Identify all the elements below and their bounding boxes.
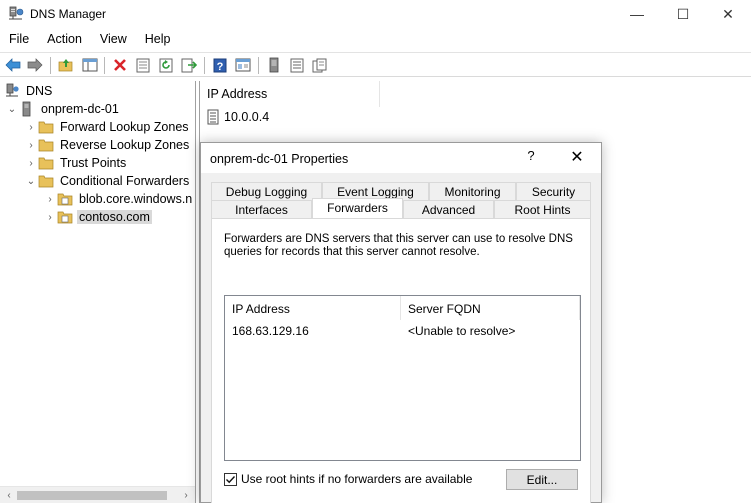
dialog-help-button[interactable]: ?	[519, 148, 543, 168]
server-icon	[22, 101, 31, 117]
tree-node-contoso-forwarder[interactable]: › contoso.com	[43, 208, 152, 226]
expand-chevron-icon[interactable]: ›	[24, 120, 38, 134]
close-window-button[interactable]: ✕	[705, 0, 751, 28]
refresh-icon[interactable]	[157, 56, 175, 74]
use-root-hints-checkbox[interactable]	[224, 472, 237, 486]
show-hide-tree-icon[interactable]	[81, 56, 99, 74]
scrollbar-thumb[interactable]	[17, 491, 167, 500]
title-bar: DNS Manager — ☐ ✕	[0, 0, 751, 28]
menu-file[interactable]: File	[0, 30, 38, 50]
column-header-server-fqdn[interactable]: Server FQDN	[401, 296, 580, 320]
server-icon[interactable]	[265, 56, 283, 74]
forwarders-list[interactable]: IP Address Server FQDN 168.63.129.16 <Un…	[224, 295, 581, 461]
expand-chevron-icon[interactable]: ›	[43, 192, 57, 206]
forward-icon[interactable]	[26, 56, 44, 74]
menu-help[interactable]: Help	[136, 30, 180, 50]
tree-label-reverse-lookup-zones: Reverse Lookup Zones	[60, 138, 190, 152]
window-title: DNS Manager	[30, 7, 107, 21]
tree-node-conditional-forwarders[interactable]: ⌄ Conditional Forwarders	[24, 172, 191, 190]
svg-text:?: ?	[217, 61, 224, 73]
copy-icon[interactable]	[311, 56, 329, 74]
folder-icon	[38, 121, 54, 134]
tree-label-conditional-forwarders: Conditional Forwarders	[60, 174, 190, 188]
up-folder-icon[interactable]	[57, 56, 75, 74]
dialog-title-bar: onprem-dc-01 Properties ? ✕	[201, 143, 601, 173]
expand-chevron-icon[interactable]: ›	[43, 210, 57, 224]
tree-node-forward-lookup-zones[interactable]: › Forward Lookup Zones	[24, 118, 191, 136]
checkmark-icon	[226, 475, 236, 483]
properties-dialog: onprem-dc-01 Properties ? ✕ Debug Loggin…	[200, 142, 602, 503]
tab-security[interactable]: Security	[516, 182, 591, 200]
forwarder-zone-icon	[57, 193, 73, 206]
dns-app-icon	[9, 6, 24, 20]
help-icon[interactable]: ?	[211, 56, 229, 74]
list-item-ip: 10.0.0.4	[224, 110, 270, 124]
tree-horizontal-scrollbar[interactable]: ‹ ›	[0, 486, 195, 503]
menu-view[interactable]: View	[91, 30, 136, 50]
dialog-close-button[interactable]: ✕	[565, 147, 589, 169]
dns-icon	[6, 83, 19, 97]
mmc-icon[interactable]	[234, 56, 252, 74]
collapse-chevron-icon[interactable]: ⌄	[24, 174, 38, 188]
use-root-hints-label: Use root hints if no forwarders are avai…	[241, 472, 473, 486]
forwarders-tab-panel: Forwarders are DNS servers that this ser…	[211, 218, 591, 503]
tree-label-contoso-forwarder: contoso.com	[77, 210, 152, 224]
tree-label-server: onprem-dc-01	[41, 102, 119, 116]
scroll-right-icon[interactable]: ›	[178, 488, 194, 503]
tree-label-forward-lookup-zones: Forward Lookup Zones	[60, 120, 189, 134]
console-tree[interactable]: DNS ⌄ onprem-dc-01 › Forward Lookup Zone…	[0, 81, 196, 503]
minimize-button[interactable]: —	[614, 0, 660, 28]
properties-icon[interactable]	[134, 56, 152, 74]
record-icon	[207, 109, 219, 125]
expand-chevron-icon[interactable]: ›	[24, 138, 38, 152]
menu-action[interactable]: Action	[38, 30, 91, 50]
tree-label-trust-points: Trust Points	[60, 156, 127, 170]
toolbar: ?	[0, 52, 751, 77]
tab-interfaces[interactable]: Interfaces	[211, 200, 312, 218]
use-root-hints-row[interactable]: Use root hints if no forwarders are avai…	[224, 471, 472, 487]
back-icon[interactable]	[4, 56, 22, 74]
tab-monitoring[interactable]: Monitoring	[429, 182, 516, 200]
expand-chevron-icon[interactable]: ›	[24, 156, 38, 170]
tab-root-hints[interactable]: Root Hints	[494, 200, 591, 218]
tree-label-blob-forwarder: blob.core.windows.n	[79, 192, 193, 206]
tree-label-dns: DNS	[26, 84, 53, 98]
column-header-ip-address[interactable]: IP Address	[201, 81, 380, 107]
column-header-ip-address[interactable]: IP Address	[225, 296, 401, 320]
forwarders-description: Forwarders are DNS servers that this ser…	[224, 233, 573, 258]
export-list-icon[interactable]	[180, 56, 198, 74]
folder-icon	[38, 139, 54, 152]
tree-node-reverse-lookup-zones[interactable]: › Reverse Lookup Zones	[24, 136, 191, 154]
menu-bar: File Action View Help	[0, 30, 751, 50]
folder-icon	[38, 175, 54, 188]
tab-forwarders[interactable]: Forwarders	[312, 198, 403, 218]
forwarder-fqdn-cell: <Unable to resolve>	[408, 324, 516, 338]
list-icon[interactable]	[288, 56, 306, 74]
tree-node-blob-forwarder[interactable]: › blob.core.windows.n	[43, 190, 194, 208]
tree-node-trust-points[interactable]: › Trust Points	[24, 154, 128, 172]
list-item[interactable]: 10.0.0.4	[205, 108, 269, 126]
tree-node-server[interactable]: ⌄ onprem-dc-01	[5, 100, 121, 118]
maximize-button[interactable]: ☐	[660, 0, 706, 28]
tab-advanced[interactable]: Advanced	[403, 200, 494, 218]
tab-debug-logging[interactable]: Debug Logging	[211, 182, 322, 200]
forwarder-zone-icon	[57, 211, 73, 224]
forwarder-ip-cell: 168.63.129.16	[232, 324, 309, 338]
collapse-chevron-icon[interactable]: ⌄	[5, 102, 19, 116]
delete-icon[interactable]	[111, 56, 129, 74]
dialog-title: onprem-dc-01 Properties	[210, 152, 349, 166]
scroll-left-icon[interactable]: ‹	[1, 488, 17, 503]
tree-node-dns[interactable]: DNS	[4, 82, 54, 100]
folder-icon	[38, 157, 54, 170]
edit-button[interactable]: Edit...	[506, 469, 578, 490]
